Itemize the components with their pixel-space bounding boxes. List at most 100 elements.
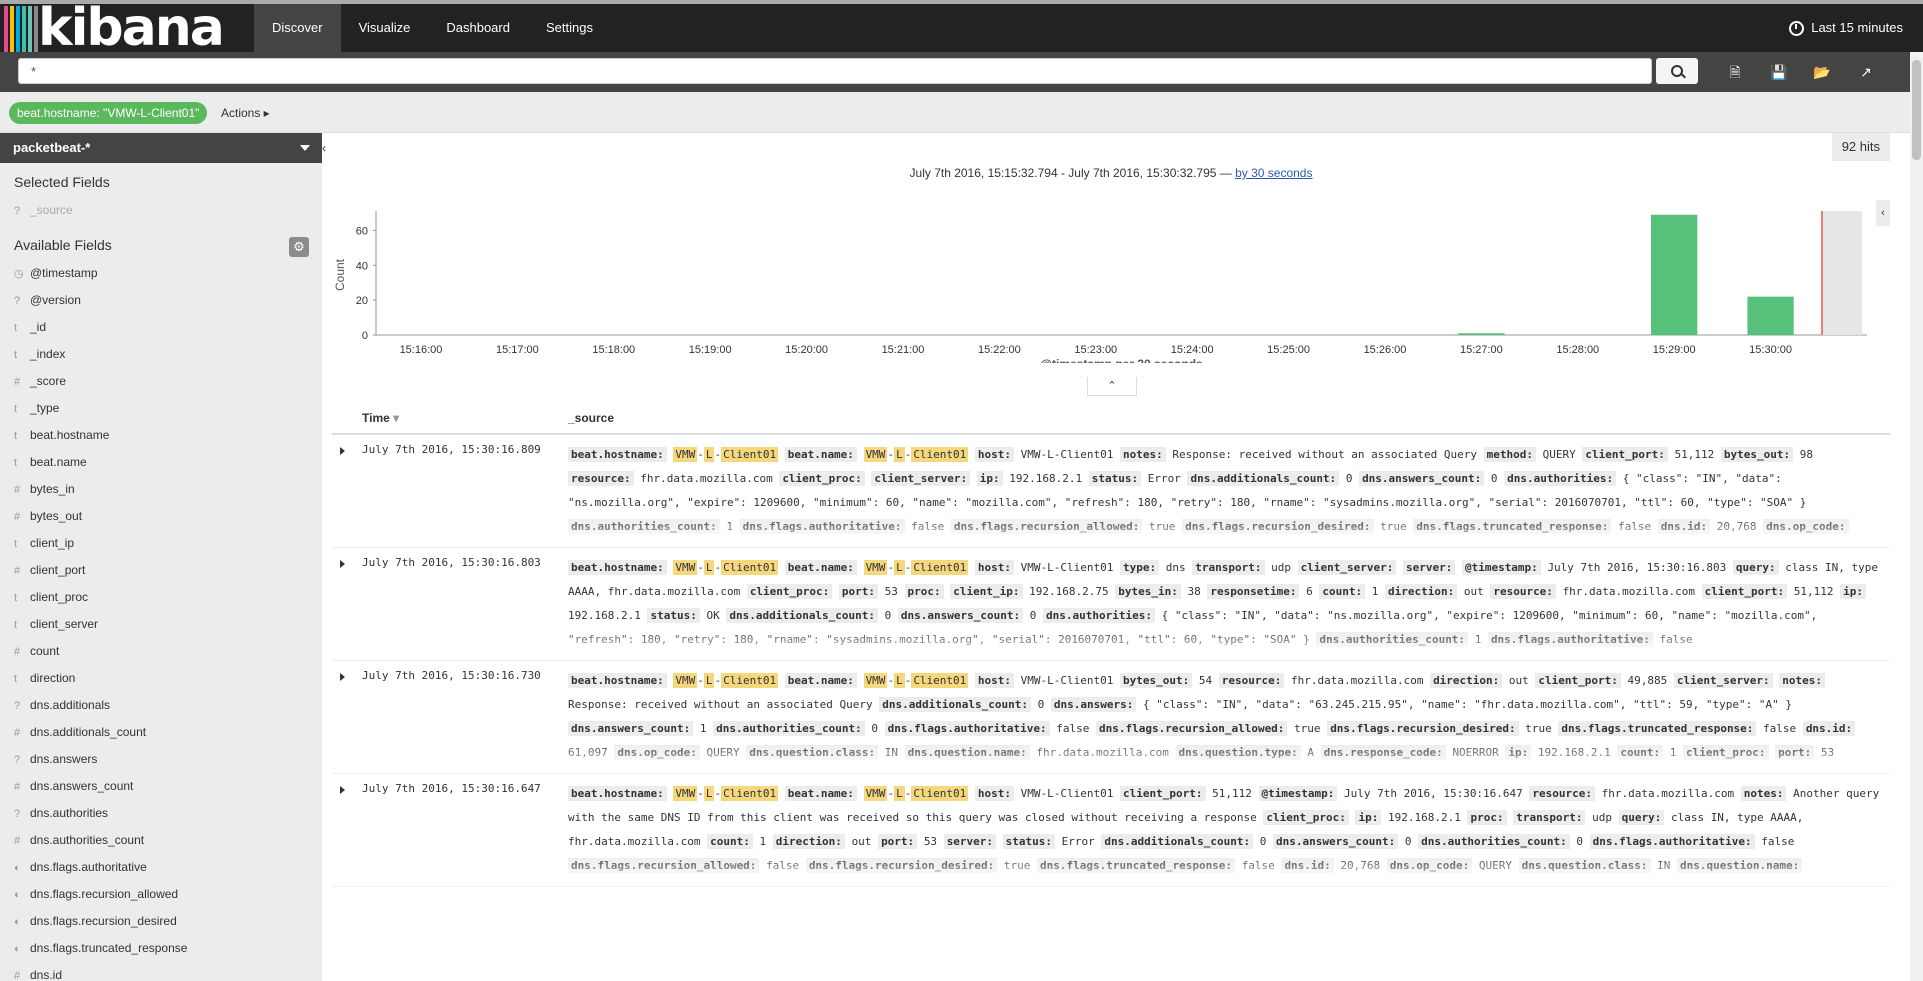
field-type-icon: ◐ xyxy=(14,943,21,955)
nav-tab-discover[interactable]: Discover xyxy=(254,4,341,52)
expand-caret-icon[interactable] xyxy=(340,673,345,681)
table-row[interactable]: July 7th 2016, 15:30:16.809 beat.hostname… xyxy=(332,435,1890,548)
field-key: client_port: xyxy=(1120,786,1206,801)
index-pattern-selector[interactable]: packetbeat-* xyxy=(0,133,322,163)
table-row[interactable]: July 7th 2016, 15:30:16.647 beat.hostname… xyxy=(332,774,1890,887)
field-name: dns.answers xyxy=(30,752,98,766)
field-sidebar: packetbeat-* Selected Fields ? _source Av… xyxy=(0,133,322,981)
field-item[interactable]: # dns.answers_count xyxy=(0,773,322,800)
field-item[interactable]: t _id xyxy=(0,314,322,341)
field-key: host: xyxy=(974,560,1015,575)
field-value: 51,112 xyxy=(1674,448,1715,461)
field-item[interactable]: ? dns.additionals xyxy=(0,692,322,719)
y-tick-label: 20 xyxy=(356,295,368,307)
field-name: direction xyxy=(30,671,76,685)
interval-link[interactable]: by 30 seconds xyxy=(1235,166,1312,180)
new-search-icon[interactable]: 🗎 xyxy=(1727,64,1743,80)
field-value: 1 xyxy=(699,722,707,735)
time-picker[interactable]: Last 15 minutes xyxy=(1789,4,1903,52)
field-item[interactable]: t beat.hostname xyxy=(0,422,322,449)
field-value: 1 xyxy=(759,835,767,848)
x-tick-label: 15:29:00 xyxy=(1653,344,1696,356)
x-tick-label: 15:22:00 xyxy=(978,344,1021,356)
field-value: 51,112 xyxy=(1793,585,1834,598)
field-value: VMW-L-Client01 xyxy=(863,673,969,688)
open-search-icon[interactable]: 📂 xyxy=(1813,64,1830,80)
field-value: out xyxy=(851,835,872,848)
field-value: OK xyxy=(706,609,720,622)
field-key: dns.flags.recursion_desired: xyxy=(1327,721,1519,736)
table-row[interactable]: July 7th 2016, 15:30:16.730 beat.hostname… xyxy=(332,661,1890,774)
field-key: resource: xyxy=(1490,584,1556,599)
filter-actions-link[interactable]: Actions ▸ xyxy=(221,102,270,124)
field-key: direction: xyxy=(1384,584,1458,599)
field-value: out xyxy=(1508,674,1529,687)
field-item[interactable]: # bytes_in xyxy=(0,476,322,503)
x-tick-label: 15:17:00 xyxy=(496,344,539,356)
field-type-icon: t xyxy=(14,322,18,334)
gear-icon[interactable]: ⚙ xyxy=(289,237,309,257)
field-item[interactable]: ? dns.answers xyxy=(0,746,322,773)
field-item[interactable]: t _type xyxy=(0,395,322,422)
field-key: dns.authorities: xyxy=(1504,471,1617,486)
filter-pill-hostname[interactable]: beat.hostname: "VMW-L-Client01" xyxy=(9,102,208,124)
field-item[interactable]: # dns.authorities_count xyxy=(0,827,322,854)
histogram-chart[interactable]: 0 20 40 60 15:16:00 15:17:00 15:18:00 15:19:00 1… xyxy=(332,203,1872,363)
field-item[interactable]: # client_port xyxy=(0,557,322,584)
column-time[interactable]: Time ▾ xyxy=(362,411,399,425)
field-item[interactable]: t _index xyxy=(0,341,322,368)
chevron-up-icon[interactable]: ⌃ xyxy=(1087,377,1137,396)
expand-caret-icon[interactable] xyxy=(340,447,345,455)
search-button[interactable] xyxy=(1656,58,1698,84)
logo-bar xyxy=(22,6,26,52)
sort-caret-icon: ▾ xyxy=(393,411,400,425)
field-item[interactable]: ? _source xyxy=(0,197,322,224)
field-item[interactable]: t beat.name xyxy=(0,449,322,476)
field-type-icon: t xyxy=(14,403,18,415)
nav-tab-visualize[interactable]: Visualize xyxy=(341,4,429,52)
field-item[interactable]: # dns.id xyxy=(0,962,322,981)
field-item[interactable]: ◐ dns.flags.recursion_allowed xyxy=(0,881,322,908)
field-item[interactable]: ? @version xyxy=(0,287,322,314)
table-row[interactable]: July 7th 2016, 15:30:16.803 beat.hostname… xyxy=(332,548,1890,661)
field-item[interactable]: ◐ dns.flags.truncated_response xyxy=(0,935,322,962)
y-tick-label: 40 xyxy=(356,260,368,272)
expand-caret-icon[interactable] xyxy=(340,560,345,568)
doc-timestamp: July 7th 2016, 15:30:16.809 xyxy=(362,443,541,456)
field-key: server: xyxy=(943,834,997,849)
share-icon[interactable]: ↗ xyxy=(1858,64,1874,80)
nav-tab-dashboard[interactable]: Dashboard xyxy=(428,4,528,52)
field-item[interactable]: # bytes_out xyxy=(0,503,322,530)
field-item[interactable]: # count xyxy=(0,638,322,665)
selected-fields-title: Selected Fields xyxy=(14,174,110,190)
kibana-logo[interactable]: kibana xyxy=(0,0,240,56)
page-scrollbar[interactable] xyxy=(1910,52,1923,981)
field-item[interactable]: t client_proc xyxy=(0,584,322,611)
field-item[interactable]: ◐ dns.flags.authoritative xyxy=(0,854,322,881)
expand-caret-icon[interactable] xyxy=(340,786,345,794)
sidebar-collapse-icon[interactable]: ‹ xyxy=(322,141,332,157)
field-item[interactable]: # _score xyxy=(0,368,322,395)
field-key: bytes_in: xyxy=(1115,584,1181,599)
chart-collapse-icon[interactable]: ‹ xyxy=(1876,200,1890,226)
save-search-icon[interactable]: 💾 xyxy=(1770,64,1787,80)
field-item[interactable]: t direction xyxy=(0,665,322,692)
field-value: 1 xyxy=(1371,585,1379,598)
top-nav-bar: kibana Discover Visualize Dashboard Setting… xyxy=(0,0,1923,56)
scroll-thumb[interactable] xyxy=(1912,60,1921,160)
nav-tab-settings[interactable]: Settings xyxy=(528,4,611,52)
field-item[interactable]: ◐ dns.flags.recursion_desired xyxy=(0,908,322,935)
field-value: fhr.data.mozilla.com xyxy=(1562,585,1696,598)
field-type-icon: ? xyxy=(14,754,21,766)
field-value: July 7th 2016, 15:30:16.647 xyxy=(1343,787,1523,800)
field-name: dns.flags.recursion_allowed xyxy=(30,887,179,901)
search-input[interactable]: * xyxy=(18,58,1652,84)
field-item[interactable]: ? dns.authorities xyxy=(0,800,322,827)
filter-bar: beat.hostname: "VMW-L-Client01" Actions … xyxy=(0,92,1910,133)
x-tick-label: 15:24:00 xyxy=(1171,344,1214,356)
field-value: VMW-L-Client01 xyxy=(1020,787,1114,800)
field-item[interactable]: t client_ip xyxy=(0,530,322,557)
field-item[interactable]: t client_server xyxy=(0,611,322,638)
field-item[interactable]: ◷ @timestamp xyxy=(0,260,322,287)
field-item[interactable]: # dns.additionals_count xyxy=(0,719,322,746)
